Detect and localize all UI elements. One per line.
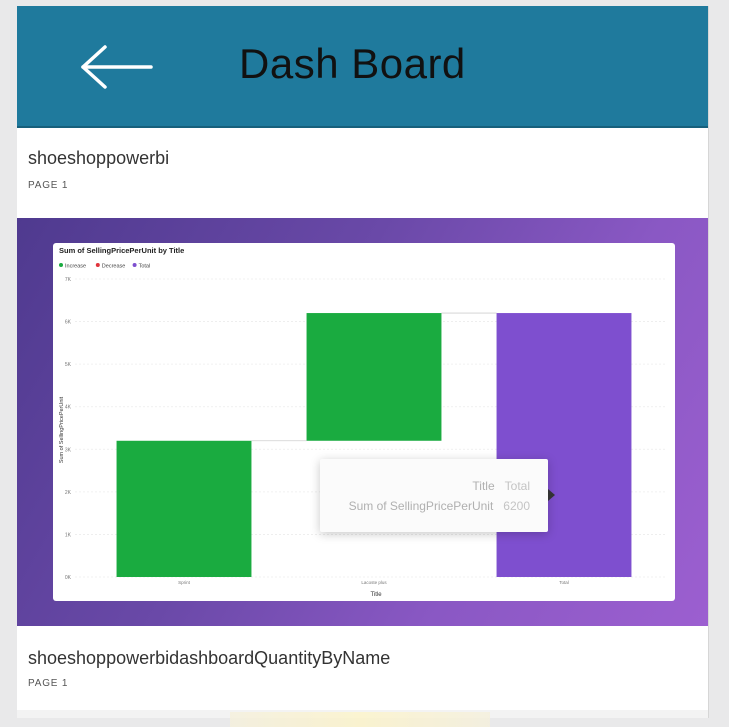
page-list-item[interactable]: shoeshoppowerbidashboardQuantityByName P… bbox=[17, 626, 708, 710]
tooltip-title-value: Total bbox=[504, 479, 530, 493]
y-tick-label: 6K bbox=[65, 320, 72, 326]
page-item-subtitle: PAGE 1 bbox=[28, 180, 69, 191]
legend-label: Increase bbox=[65, 264, 86, 270]
legend-marker bbox=[59, 263, 63, 267]
y-tick-label: 0K bbox=[65, 575, 72, 581]
page-list-item[interactable]: shoeshoppowerbi PAGE 1 bbox=[17, 128, 708, 218]
tooltip-title-key: Title bbox=[472, 479, 495, 493]
y-axis-ticks: 0K 1K 2K 3K 4K 5K 6K 7K bbox=[65, 277, 72, 581]
page-title: Dash Board bbox=[239, 40, 466, 87]
x-tick-label: Total bbox=[559, 580, 569, 585]
tooltip-value-value: 6200 bbox=[503, 499, 530, 513]
bar-lacoste-plus bbox=[306, 313, 442, 441]
tooltip-value-key: Sum of SellingPricePerUnit bbox=[348, 499, 494, 513]
page-item-name: shoeshoppowerbi bbox=[28, 148, 170, 168]
chart-card: Sum of SellingPricePerUnit by Title Incr… bbox=[53, 243, 675, 601]
legend-marker bbox=[95, 263, 100, 267]
tooltip-pointer-icon bbox=[548, 489, 555, 501]
x-tick-label: Sprint bbox=[178, 580, 191, 585]
back-button[interactable] bbox=[79, 44, 155, 90]
y-tick-label: 4K bbox=[65, 405, 72, 411]
page-item-subtitle: PAGE 1 bbox=[28, 678, 69, 689]
chart-bars bbox=[116, 313, 632, 577]
y-tick-label: 3K bbox=[65, 447, 72, 453]
report-thumbnail[interactable]: Sum of SellingPricePerUnit by Title Incr… bbox=[17, 218, 708, 626]
chart-legend: Increase Decrease Total bbox=[59, 263, 150, 270]
y-tick-label: 1K bbox=[65, 532, 72, 538]
x-axis-label: Title bbox=[370, 592, 382, 598]
waterfall-chart: Sum of SellingPricePerUnit by Title Incr… bbox=[59, 246, 665, 598]
y-tick-label: 7K bbox=[65, 277, 72, 283]
watermark-strip bbox=[230, 712, 490, 727]
app-frame: Dash Board shoeshoppowerbi PAGE 1 Sum of… bbox=[17, 6, 709, 718]
app-header: Dash Board bbox=[17, 6, 708, 128]
legend-label: Total bbox=[139, 264, 151, 270]
x-axis-ticks: Sprint Lacoste plus Total bbox=[178, 580, 569, 585]
y-axis-label: Sum of SellingPricePerUnit bbox=[59, 396, 65, 463]
page-item-name: shoeshoppowerbidashboardQuantityByName bbox=[28, 648, 391, 668]
legend-marker bbox=[132, 263, 137, 267]
bar-total bbox=[496, 313, 632, 577]
arrow-left-icon bbox=[81, 45, 153, 89]
y-tick-label: 2K bbox=[65, 490, 72, 496]
legend-label: Decrease bbox=[102, 264, 126, 270]
x-tick-label: Lacoste plus bbox=[361, 580, 387, 585]
bar-sprint bbox=[116, 440, 252, 577]
y-tick-label: 5K bbox=[65, 362, 72, 368]
chart-title: Sum of SellingPricePerUnit by Title bbox=[59, 246, 184, 255]
chart-tooltip: Title Total Sum of SellingPricePerUnit 620… bbox=[320, 459, 548, 532]
